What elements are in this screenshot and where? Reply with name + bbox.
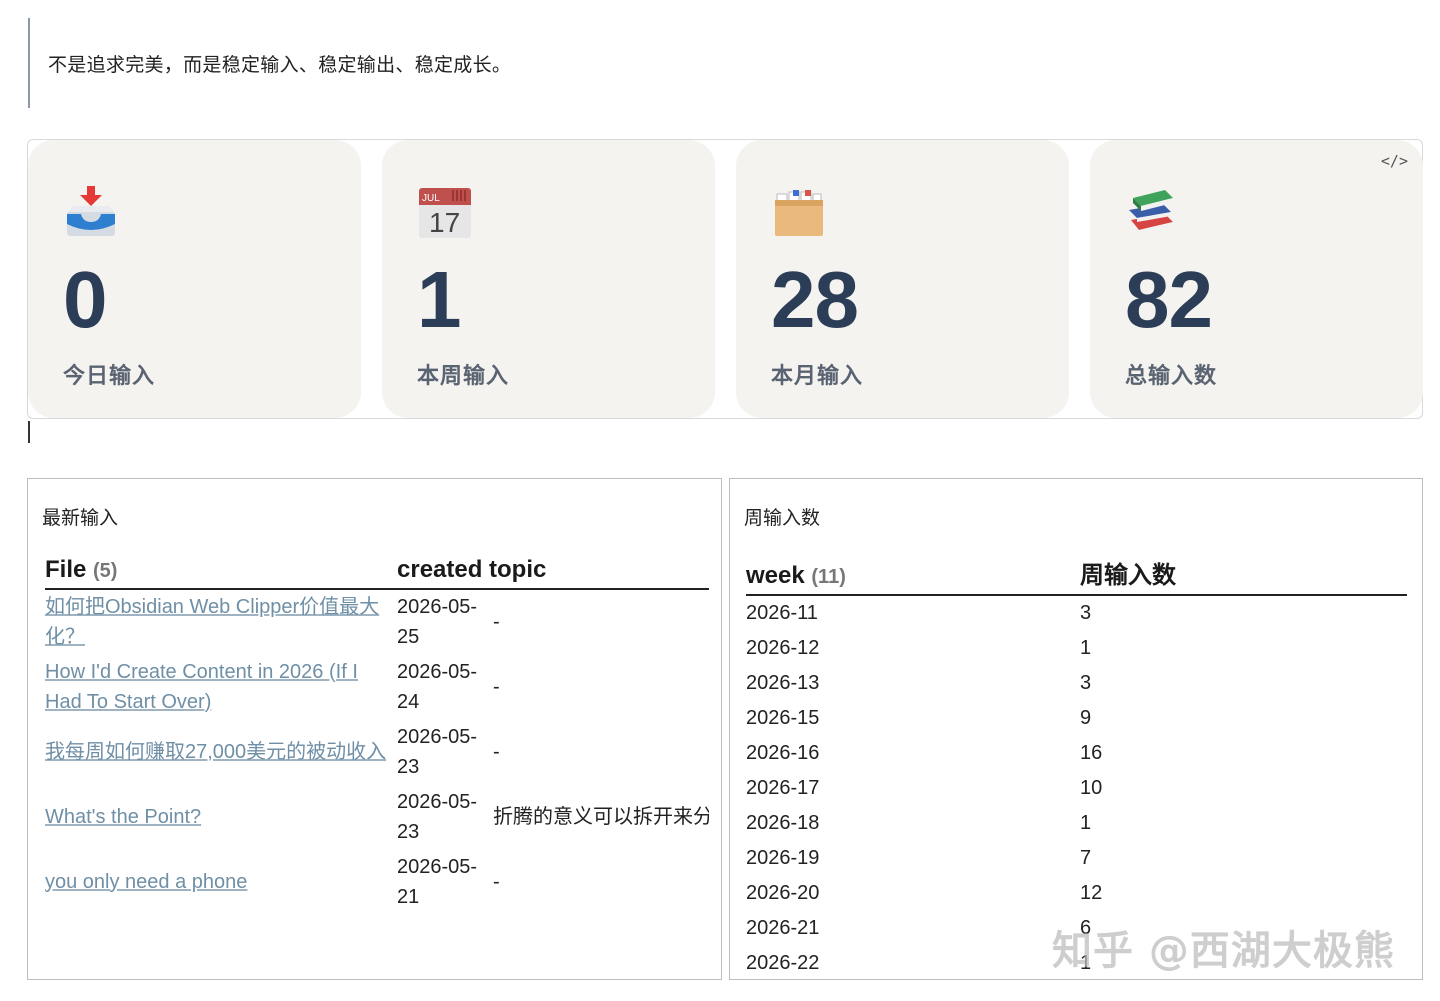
- table-header-row: File (5) created topic: [45, 555, 709, 590]
- stat-card-total: 82 总输入数: [1090, 140, 1423, 418]
- week-cell: 2026-19: [746, 847, 820, 869]
- table-row: 2026-16 16: [746, 736, 1407, 771]
- stat-label: 本周输入: [417, 364, 510, 389]
- week-cell: 2026-12: [746, 637, 820, 659]
- table-row: 2026-12 1: [746, 631, 1407, 666]
- column-header-topic[interactable]: topic: [489, 555, 709, 590]
- stat-label: 今日输入: [63, 364, 156, 389]
- table-row: 2026-21 6: [746, 911, 1407, 946]
- panel-title: 周输入数: [744, 507, 821, 529]
- topic-cell: -: [493, 611, 500, 633]
- file-link[interactable]: How I'd Create Content in 2026 (If I Had…: [45, 661, 358, 713]
- table-row: 如何把Obsidian Web Clipper价值最大化？ 2026-05-25…: [45, 589, 709, 654]
- file-link[interactable]: What's the Point?: [45, 806, 201, 828]
- column-header-created[interactable]: created: [397, 555, 489, 590]
- stat-label: 本月输入: [771, 364, 864, 389]
- table-row: 2026-17 10: [746, 771, 1407, 806]
- table-row: 2026-20 12: [746, 876, 1407, 911]
- inbox-tray-icon: [67, 186, 115, 236]
- stat-card-week: JUL 17 1 本周输入: [382, 140, 715, 418]
- created-cell: 2026-05-24: [397, 660, 478, 713]
- stat-value: 1: [417, 255, 462, 344]
- topic-cell: -: [493, 675, 500, 698]
- week-cell: 2026-22: [746, 952, 820, 974]
- text-cursor: [28, 421, 30, 443]
- count-cell: 16: [1080, 742, 1103, 764]
- topic-cell: -: [493, 740, 500, 763]
- stat-label: 总输入数: [1125, 364, 1218, 389]
- stat-card-month: 28 本月输入: [736, 140, 1069, 418]
- stat-card-today: 0 今日输入: [28, 140, 361, 418]
- created-cell: 2026-05-21: [397, 855, 478, 908]
- topic-cell: -: [493, 870, 500, 893]
- count-cell: 7: [1080, 847, 1092, 869]
- stat-value: 28: [771, 255, 859, 344]
- recent-inputs-table: File (5) created topic 如何把Obsidian Web C…: [45, 555, 709, 914]
- books-icon: [1129, 190, 1173, 234]
- created-cell: 2026-05-23: [397, 725, 478, 778]
- week-cell: 2026-21: [746, 917, 820, 939]
- table-row: What's the Point? 2026-05-23 折腾的意义可以拆开来分: [45, 784, 709, 849]
- panel-title: 最新输入: [42, 507, 119, 529]
- count-cell: 10: [1080, 777, 1103, 799]
- table-row: 2026-11 3: [746, 595, 1407, 631]
- count-cell: 6: [1080, 917, 1092, 939]
- svg-text:17: 17: [429, 207, 460, 238]
- count-cell: 9: [1080, 707, 1092, 729]
- weekly-inputs-table: week (11) 周输入数 2026-11 3 2026-12 1 2026-13…: [746, 555, 1407, 979]
- table-row: 2026-13 3: [746, 666, 1407, 701]
- file-link[interactable]: 我每周如何赚取27,000美元的被动收入: [45, 741, 386, 763]
- table-row: 2026-15 9: [746, 701, 1407, 736]
- stats-dashboard: 0 今日输入 JUL 17 1 本周输入 28 本月输入 82 总输入数 </>: [27, 139, 1423, 419]
- table-row: How I'd Create Content in 2026 (If I Had…: [45, 654, 709, 719]
- created-cell: 2026-05-25: [397, 596, 478, 648]
- topic-cell: 折腾的意义可以拆开来分: [493, 805, 709, 828]
- week-cell: 2026-15: [746, 707, 820, 729]
- table-row: 2026-22 1: [746, 946, 1407, 979]
- week-cell: 2026-16: [746, 742, 820, 764]
- column-header-week[interactable]: week (11): [746, 555, 1080, 596]
- table-header-row: week (11) 周输入数: [746, 555, 1407, 596]
- blockquote: 不是追求完美，而是稳定输入、稳定输出、稳定成长。: [28, 18, 1418, 108]
- created-cell: 2026-05-23: [397, 790, 478, 843]
- week-cell: 2026-17: [746, 777, 820, 799]
- table-row: 2026-19 7: [746, 841, 1407, 876]
- table-row: 我每周如何赚取27,000美元的被动收入 2026-05-23 -: [45, 719, 709, 784]
- table-row: 2026-18 1: [746, 806, 1407, 841]
- svg-text:JUL: JUL: [422, 193, 440, 204]
- code-toggle-icon[interactable]: </>: [1381, 152, 1408, 170]
- calendar-icon: JUL 17: [419, 188, 471, 238]
- column-header-count[interactable]: 周输入数: [1080, 555, 1407, 596]
- count-cell: 1: [1080, 952, 1092, 974]
- week-cell: 2026-20: [746, 882, 820, 904]
- count-cell: 1: [1080, 637, 1092, 659]
- week-cell: 2026-11: [746, 602, 818, 624]
- count-cell: 3: [1080, 602, 1092, 624]
- column-header-file[interactable]: File (5): [45, 555, 397, 590]
- week-cell: 2026-18: [746, 812, 820, 834]
- file-link[interactable]: you only need a phone: [45, 871, 247, 893]
- quote-text: 不是追求完美，而是稳定输入、稳定输出、稳定成长。: [48, 53, 512, 76]
- week-cell: 2026-13: [746, 672, 820, 694]
- weekly-inputs-panel: 周输入数 week (11) 周输入数 2026-11 3 2026-12 1 20…: [729, 478, 1423, 980]
- recent-inputs-panel: 最新输入 File (5) created topic 如何把Obsidian …: [27, 478, 722, 980]
- stat-value: 82: [1125, 255, 1213, 344]
- stat-value: 0: [63, 255, 108, 344]
- count-cell: 3: [1080, 672, 1092, 694]
- file-link[interactable]: 如何把Obsidian Web Clipper价值最大化？: [45, 596, 379, 648]
- count-cell: 1: [1080, 812, 1092, 834]
- card-file-box-icon: [775, 190, 823, 236]
- table-row: you only need a phone 2026-05-21 -: [45, 849, 709, 914]
- count-cell: 12: [1080, 882, 1103, 904]
